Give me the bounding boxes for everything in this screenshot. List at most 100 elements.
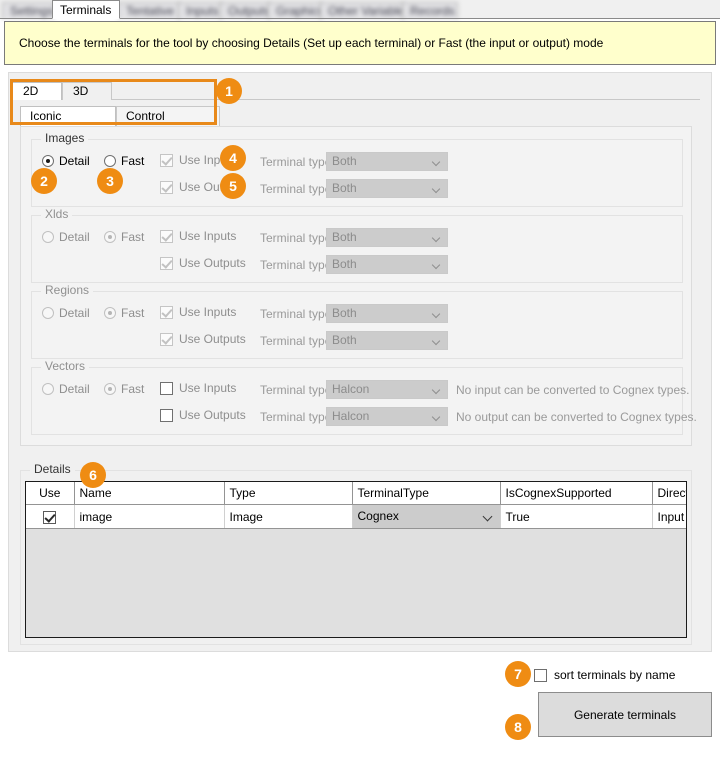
checkbox-indicator-icon <box>160 256 173 270</box>
tab-2d[interactable]: 2D <box>12 82 62 100</box>
xlds-use-inputs-label: Use Inputs <box>179 229 237 243</box>
tab-other-variables[interactable]: Other Variables <box>320 2 410 19</box>
chevron-down-icon <box>433 235 440 242</box>
vectors-detail-label: Detail <box>59 382 90 396</box>
images-output-terminal-type-label: Terminal type: <box>260 182 335 196</box>
images-fast-radio[interactable]: Fast <box>104 154 144 168</box>
radio-indicator-icon <box>104 383 116 395</box>
radio-indicator-icon <box>42 307 54 319</box>
vectors-use-inputs-checkbox[interactable]: Use Inputs <box>160 381 236 395</box>
radio-indicator-icon <box>42 155 54 167</box>
vectors-use-inputs-label: Use Inputs <box>179 381 237 395</box>
group-images-title: Images <box>41 132 89 144</box>
tab-control-variables[interactable]: Control Variables <box>116 106 220 142</box>
xlds-input-terminal-type-combo[interactable]: Both <box>326 228 448 247</box>
regions-detail-label: Detail <box>59 306 90 320</box>
chevron-down-icon <box>433 262 440 269</box>
group-xlds: Xlds Detail Fast Use Inputs Terminal typ… <box>31 208 683 283</box>
vectors-use-outputs-checkbox[interactable]: Use Outputs <box>160 408 246 422</box>
generate-terminals-button[interactable]: Generate terminals <box>538 692 712 737</box>
tab-3d[interactable]: 3D <box>62 82 112 100</box>
radio-indicator-icon <box>104 307 116 319</box>
group-regions-title: Regions <box>41 284 94 296</box>
sort-terminals-label: sort terminals by name <box>554 668 676 682</box>
group-images: Images Detail Fast Use Inputs Terminal t… <box>31 132 683 207</box>
table-row[interactable]: image Image Cognex True Input <box>26 504 686 529</box>
regions-input-terminal-type-value: Both <box>332 306 357 320</box>
images-input-terminal-type-value: Both <box>332 154 357 168</box>
tab-records[interactable]: Records <box>402 2 458 19</box>
regions-use-inputs-label: Use Inputs <box>179 305 237 319</box>
group-details-title: Details <box>30 463 75 475</box>
vectors-fast-radio[interactable]: Fast <box>104 382 144 396</box>
group-details: Details Use Name Type TerminalType IsCog… <box>20 463 692 645</box>
column-header-use[interactable]: Use <box>26 482 75 505</box>
chevron-down-icon <box>433 387 440 394</box>
cell-type[interactable]: Image <box>224 504 353 529</box>
terminals-table: Use Name Type TerminalType IsCognexSuppo… <box>26 482 686 529</box>
tab-inputs[interactable]: Inputs <box>178 2 222 19</box>
checkbox-indicator-icon <box>160 381 173 395</box>
tab-terminals[interactable]: Terminals <box>52 0 120 19</box>
chevron-down-icon <box>433 311 440 318</box>
annotation-badge-2: 2 <box>31 168 57 194</box>
chevron-down-icon <box>433 186 440 193</box>
regions-input-terminal-type-combo[interactable]: Both <box>326 304 448 323</box>
images-input-terminal-type-combo[interactable]: Both <box>326 152 448 171</box>
cell-name[interactable]: image <box>74 504 225 529</box>
regions-output-terminal-type-combo[interactable]: Both <box>326 331 448 350</box>
vectors-output-terminal-type-combo[interactable]: Halcon <box>326 407 448 426</box>
vectors-input-terminal-type-value: Halcon <box>332 382 370 396</box>
regions-output-terminal-type-label: Terminal type: <box>260 334 335 348</box>
xlds-output-terminal-type-combo[interactable]: Both <box>326 255 448 274</box>
annotation-badge-7: 7 <box>505 661 531 687</box>
images-output-terminal-type-combo[interactable]: Both <box>326 179 448 198</box>
cell-is-cognex-supported[interactable]: True <box>500 504 653 529</box>
regions-use-inputs-checkbox[interactable]: Use Inputs <box>160 305 236 319</box>
column-header-type[interactable]: Type <box>224 482 353 505</box>
xlds-fast-radio[interactable]: Fast <box>104 230 144 244</box>
cell-direction[interactable]: Input <box>652 504 686 529</box>
vectors-input-hint: No input can be converted to Cognex type… <box>456 383 690 397</box>
tab-settings[interactable]: Settings <box>2 2 54 19</box>
regions-fast-radio[interactable]: Fast <box>104 306 144 320</box>
xlds-use-outputs-checkbox[interactable]: Use Outputs <box>160 256 246 270</box>
column-header-is-cognex-supported[interactable]: IsCognexSupported <box>500 482 653 505</box>
tab-tentative[interactable]: Tentative <box>118 2 180 19</box>
radio-indicator-icon <box>42 231 54 243</box>
xlds-detail-radio[interactable]: Detail <box>42 230 90 244</box>
vectors-use-outputs-label: Use Outputs <box>179 408 246 422</box>
annotation-badge-8: 8 <box>505 714 531 740</box>
checkbox-indicator-icon <box>160 153 173 167</box>
annotation-badge-1: 1 <box>216 78 242 104</box>
row-terminal-type-combo[interactable]: Cognex <box>352 505 499 528</box>
terminals-grid[interactable]: Use Name Type TerminalType IsCognexSuppo… <box>25 481 687 638</box>
regions-use-outputs-checkbox[interactable]: Use Outputs <box>160 332 246 346</box>
tab-outputs[interactable]: Outputs <box>220 2 270 19</box>
column-header-terminal-type[interactable]: TerminalType <box>352 482 501 505</box>
cell-use[interactable] <box>26 504 75 529</box>
chevron-down-icon <box>433 159 440 166</box>
vectors-fast-label: Fast <box>121 382 145 396</box>
annotation-badge-4: 4 <box>220 145 246 171</box>
vectors-output-hint: No output can be converted to Cognex typ… <box>456 410 697 424</box>
sort-terminals-checkbox[interactable]: sort terminals by name <box>534 668 675 682</box>
regions-use-outputs-label: Use Outputs <box>179 332 246 346</box>
checkbox-indicator-icon <box>160 305 173 319</box>
checkbox-indicator-icon <box>160 229 173 243</box>
images-detail-radio[interactable]: Detail <box>42 154 90 168</box>
dimension-tab-row: 2D 3D <box>12 82 700 100</box>
tab-graphics[interactable]: Graphics <box>268 2 324 19</box>
chevron-down-icon <box>482 511 492 522</box>
cell-terminal-type[interactable]: Cognex <box>352 504 501 529</box>
column-header-direction[interactable]: Direction <box>652 482 686 505</box>
annotation-badge-3: 3 <box>97 168 123 194</box>
row-use-checkbox-icon[interactable] <box>43 510 57 524</box>
tab-iconic-variables[interactable]: Iconic Variables <box>20 106 116 142</box>
xlds-use-inputs-checkbox[interactable]: Use Inputs <box>160 229 236 243</box>
vectors-detail-radio[interactable]: Detail <box>42 382 90 396</box>
regions-detail-radio[interactable]: Detail <box>42 306 90 320</box>
images-detail-label: Detail <box>59 154 90 168</box>
main-tab-strip: Settings Terminals Tentative Inputs Outp… <box>0 0 720 19</box>
vectors-input-terminal-type-combo[interactable]: Halcon <box>326 380 448 399</box>
